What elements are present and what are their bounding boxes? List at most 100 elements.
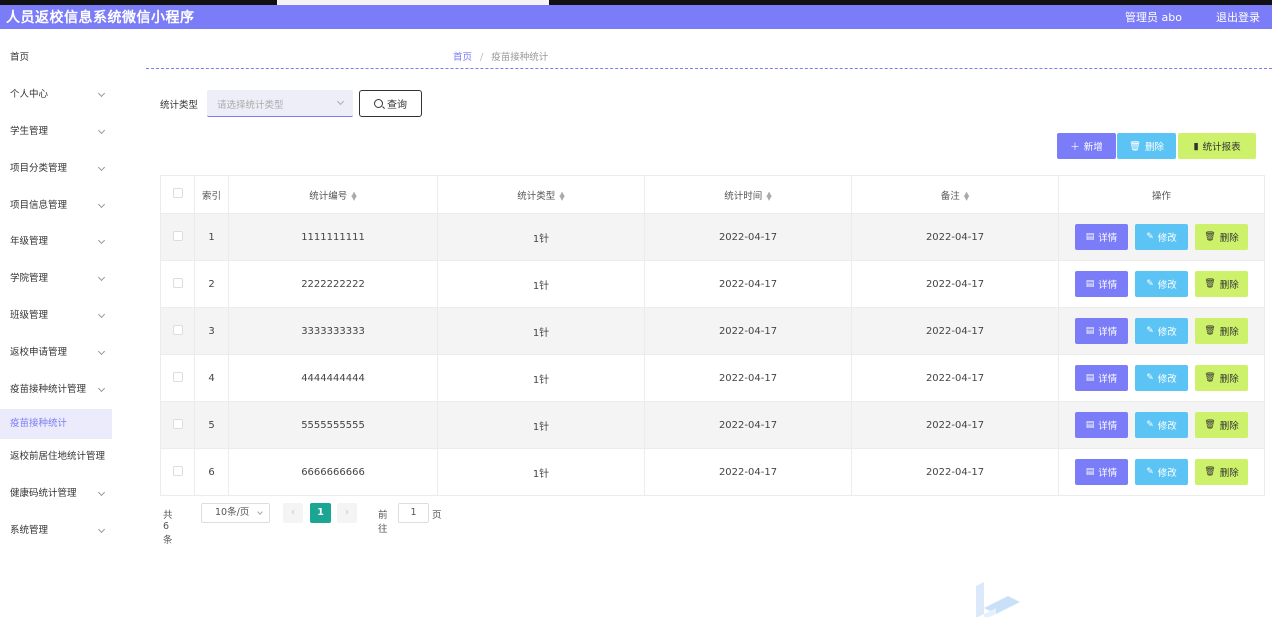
delete-button[interactable]: 🗑︎ 删除 <box>1195 365 1248 391</box>
header-time[interactable]: 统计时间 ▲ ▼ <box>644 175 852 214</box>
detail-button[interactable]: ▤ 详情 <box>1075 459 1128 485</box>
header-code-label: 统计编号 <box>309 190 348 202</box>
logout-link[interactable]: 退出登录 <box>1216 9 1260 25</box>
cell-time: 2022-04-17 <box>644 307 852 355</box>
detail-button[interactable]: ▤ 详情 <box>1075 365 1128 391</box>
pencil-icon: ✎ <box>1146 279 1154 289</box>
edit-button[interactable]: ✎ 修改 <box>1135 459 1188 485</box>
edit-button[interactable]: ✎ 修改 <box>1135 224 1188 250</box>
chevron-down-icon <box>97 163 106 171</box>
sidebar-item-label: 项目信息管理 <box>10 199 68 211</box>
stat-type-select[interactable]: 请选择统计类型 <box>207 90 353 117</box>
cell-remark: 2022-04-17 <box>851 307 1059 355</box>
cell-index: 2 <box>194 260 229 308</box>
row-checkbox[interactable] <box>172 418 183 429</box>
sidebar-item[interactable]: 返校申请管理 <box>0 335 112 372</box>
document-icon: ▤ <box>1085 467 1095 477</box>
row-checkbox[interactable] <box>172 277 183 288</box>
breadcrumb-home[interactable]: 首页 <box>453 52 472 63</box>
edit-button[interactable]: ✎ 修改 <box>1135 365 1188 391</box>
chevron-down-icon <box>97 525 106 533</box>
sidebar-item[interactable]: 个人中心 <box>0 77 112 114</box>
sort-icon[interactable]: ▲ ▼ <box>559 191 564 202</box>
sort-icon[interactable]: ▲ ▼ <box>964 191 969 202</box>
row-actions: ▤ 详情 ✎ 修改 🗑︎ 删除 <box>1059 412 1264 438</box>
delete-label: 删除 <box>1219 421 1239 432</box>
delete-button[interactable]: 🗑︎ 删除 <box>1195 459 1248 485</box>
edit-label: 修改 <box>1157 233 1177 244</box>
detail-button[interactable]: ▤ 详情 <box>1075 271 1128 297</box>
app-header: 人员返校信息系统微信小程序 管理员 abo 退出登录 <box>0 5 1272 29</box>
edit-button[interactable]: ✎ 修改 <box>1135 318 1188 344</box>
detail-button[interactable]: ▤ 详情 <box>1075 224 1128 250</box>
sidebar-item[interactable]: 首页 <box>0 40 112 77</box>
current-page[interactable]: 1 <box>310 503 331 523</box>
delete-button[interactable]: 🗑︎ 删除 <box>1195 318 1248 344</box>
row-select-cell[interactable] <box>160 307 195 355</box>
row-checkbox[interactable] <box>172 230 183 241</box>
row-checkbox[interactable] <box>172 465 183 476</box>
select-all-cell[interactable] <box>160 175 195 214</box>
cell-remark: 2022-04-17 <box>851 448 1059 496</box>
edit-button[interactable]: ✎ 修改 <box>1135 271 1188 297</box>
pencil-icon: ✎ <box>1146 232 1154 242</box>
delete-button[interactable]: 🗑︎ 删除 <box>1195 224 1248 250</box>
row-select-cell[interactable] <box>160 354 195 402</box>
report-button-label: 统计报表 <box>1202 142 1241 153</box>
chevron-down-icon <box>97 274 106 282</box>
sidebar-item[interactable]: 项目分类管理 <box>0 151 112 188</box>
row-checkbox[interactable] <box>172 371 183 382</box>
sidebar-item-label: 年级管理 <box>10 236 49 248</box>
page-size-select[interactable]: 10条/页 <box>201 503 270 523</box>
cell-remark: 2022-04-17 <box>851 260 1059 308</box>
cell-index: 5 <box>194 401 229 449</box>
sidebar-item-label: 系统管理 <box>10 524 49 536</box>
header-type[interactable]: 统计类型 ▲ ▼ <box>437 175 645 214</box>
trash-icon: 🗑︎ <box>1204 420 1216 430</box>
query-button[interactable]: 查询 <box>359 90 422 117</box>
cell-time: 2022-04-17 <box>644 401 852 449</box>
report-button[interactable]: ▮ 统计报表 <box>1178 133 1256 159</box>
header-remark[interactable]: 备注 ▲ ▼ <box>851 175 1059 214</box>
sidebar-item[interactable]: 学院管理 <box>0 261 112 298</box>
sort-icon[interactable]: ▲ ▼ <box>766 191 771 202</box>
chevron-down-icon <box>97 237 106 245</box>
sidebar-item[interactable]: 年级管理 <box>0 224 112 261</box>
add-button[interactable]: ＋ 新增 <box>1057 133 1116 159</box>
delete-button[interactable]: 🗑︎ 删除 <box>1195 412 1248 438</box>
sidebar-item[interactable]: 班级管理 <box>0 298 112 335</box>
prev-page-button[interactable]: ‹ <box>283 503 303 523</box>
select-all-checkbox[interactable] <box>172 188 183 198</box>
edit-label: 修改 <box>1157 327 1177 338</box>
sidebar-item[interactable]: 系统管理 <box>0 513 112 550</box>
row-select-cell[interactable] <box>160 448 195 496</box>
row-select-cell[interactable] <box>160 260 195 308</box>
batch-delete-button[interactable]: 🗑︎ 删除 <box>1117 133 1176 159</box>
chevron-down-icon <box>97 126 106 134</box>
sidebar-item[interactable]: 疫苗接种统计 <box>0 408 112 439</box>
row-select-cell[interactable] <box>160 213 195 261</box>
pencil-icon: ✎ <box>1146 373 1154 383</box>
row-select-cell[interactable] <box>160 401 195 449</box>
header-code[interactable]: 统计编号 ▲ ▼ <box>228 175 438 214</box>
goto-page-input[interactable]: 1 <box>398 503 429 523</box>
detail-label: 详情 <box>1098 374 1118 385</box>
detail-button[interactable]: ▤ 详情 <box>1075 318 1128 344</box>
detail-label: 详情 <box>1098 468 1118 479</box>
row-checkbox[interactable] <box>172 324 183 335</box>
sidebar-item[interactable]: 学生管理 <box>0 114 112 151</box>
sort-icon[interactable]: ▲ ▼ <box>351 191 356 202</box>
edit-button[interactable]: ✎ 修改 <box>1135 412 1188 438</box>
sidebar-item[interactable]: 健康码统计管理 <box>0 476 112 513</box>
stat-type-label: 统计类型 <box>160 100 199 111</box>
next-page-button[interactable]: › <box>337 503 357 523</box>
sidebar-item-label: 首页 <box>10 52 30 63</box>
sidebar-item-label: 个人中心 <box>10 88 49 100</box>
sidebar-item[interactable]: 返校前居住地统计管理 <box>0 439 112 476</box>
detail-button[interactable]: ▤ 详情 <box>1075 412 1128 438</box>
sidebar-item[interactable]: 项目信息管理 <box>0 188 112 225</box>
chevron-down-icon <box>97 89 106 97</box>
sidebar-item-label: 疫苗接种统计 <box>10 417 68 429</box>
sidebar-item[interactable]: 疫苗接种统计管理 <box>0 372 112 409</box>
delete-button[interactable]: 🗑︎ 删除 <box>1195 271 1248 297</box>
